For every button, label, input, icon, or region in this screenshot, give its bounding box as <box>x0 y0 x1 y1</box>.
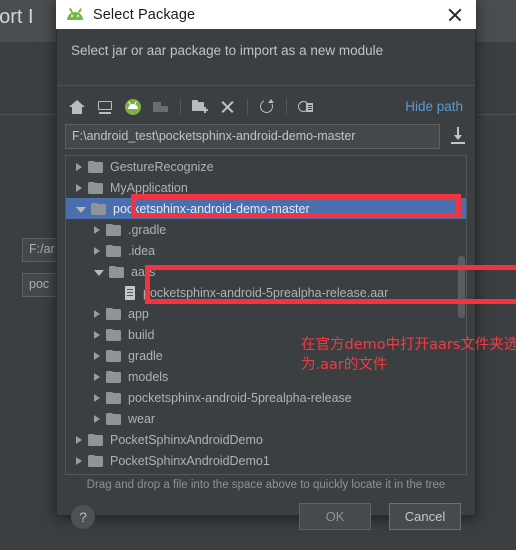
folder-icon <box>88 433 103 446</box>
chevron-right-icon[interactable] <box>94 393 100 402</box>
tree-row[interactable]: GestureRecognize <box>66 156 466 177</box>
home-icon[interactable] <box>63 94 91 120</box>
subtitle-divider <box>57 85 475 86</box>
tree-row[interactable]: wear <box>66 408 466 429</box>
tree-row-label: build <box>128 327 155 342</box>
path-row: F:\android_test\pocketsphinx-android-dem… <box>65 124 467 149</box>
chevron-right-icon[interactable] <box>76 456 82 465</box>
file-tree-panel[interactable]: GestureRecognize MyApplication pocketsphin… <box>65 155 467 475</box>
chevron-right-icon[interactable] <box>94 372 100 381</box>
toolbar-separator <box>180 99 181 115</box>
chevron-right-icon[interactable] <box>94 246 100 255</box>
folder-icon <box>88 454 103 467</box>
select-package-dialog: Select Package Select jar or aar package… <box>56 0 516 530</box>
tree-row-label: app <box>128 306 149 321</box>
tree-row-label: pocketsphinx-android-demo-master <box>113 201 310 216</box>
folder-icon <box>106 370 121 383</box>
chevron-right-icon[interactable] <box>94 330 100 339</box>
dialog-subtitle: Select jar or aar package to import as a… <box>71 43 384 58</box>
tree-row-label: pocketsphinx-android-5prealpha-release <box>128 390 352 405</box>
show-hidden-icon[interactable] <box>292 94 320 120</box>
chevron-right-icon[interactable] <box>94 309 100 318</box>
tree-row-label: .idea <box>128 243 156 258</box>
hide-path-link[interactable]: Hide path <box>405 99 463 114</box>
new-folder-icon[interactable] <box>186 94 214 120</box>
tree-row[interactable]: aars <box>66 261 466 282</box>
chevron-right-icon[interactable] <box>94 414 100 423</box>
tree-row[interactable]: .idea <box>66 240 466 261</box>
tree-row[interactable]: PocketSphinxAndroidDemo <box>66 429 466 450</box>
folder-icon <box>88 181 103 194</box>
chevron-right-icon[interactable] <box>94 351 100 360</box>
tree-row-label: aars <box>131 264 156 279</box>
tree-row[interactable]: build <box>66 324 466 345</box>
dialog-title: Select Package <box>93 6 196 23</box>
chevron-down-icon[interactable] <box>94 270 104 276</box>
folder-icon <box>106 328 121 341</box>
chevron-right-icon[interactable] <box>76 435 82 444</box>
desktop-icon[interactable] <box>91 94 119 120</box>
folder-icon <box>91 202 106 215</box>
chevron-right-icon[interactable] <box>76 183 82 192</box>
toolbar-separator <box>247 99 248 115</box>
tree-row[interactable]: PocketSphinxAndroidDemo2 <box>66 471 466 476</box>
tree-row-label: PocketSphinxAndroidDemo1 <box>110 453 270 468</box>
tree-scrollbar[interactable] <box>458 256 465 318</box>
folder-icon <box>106 307 121 320</box>
tree-row-label: models <box>128 369 169 384</box>
refresh-icon[interactable] <box>253 94 281 120</box>
dialog-titlebar: Select Package <box>56 0 476 29</box>
folder-icon <box>109 265 124 278</box>
tree-row-label: gradle <box>128 348 163 363</box>
toolbar-separator <box>286 99 287 115</box>
tree-row[interactable]: PocketSphinxAndroidDemo1 <box>66 450 466 471</box>
tree-row[interactable]: .gradle <box>66 219 466 240</box>
chevron-right-icon[interactable] <box>94 225 100 234</box>
drag-drop-hint: Drag and drop a file into the space abov… <box>86 479 446 491</box>
folder-icon <box>106 223 121 236</box>
tree-row[interactable]: MyApplication <box>66 177 466 198</box>
ok-button[interactable]: OK <box>299 503 371 530</box>
folder-icon <box>88 160 103 173</box>
tree-row-label: wear <box>128 411 156 426</box>
folder-icon <box>106 244 121 257</box>
tree-row-label: pocketsphinx-android-5prealpha-release.a… <box>143 285 389 300</box>
delete-icon[interactable] <box>214 94 242 120</box>
folder-icon <box>106 412 121 425</box>
tree-row[interactable]: models <box>66 366 466 387</box>
tree-row[interactable]: gradle <box>66 345 466 366</box>
close-icon[interactable] <box>444 4 466 26</box>
tree-row[interactable]: pocketsphinx-android-5prealpha-release <box>66 387 466 408</box>
file-icon <box>124 285 136 300</box>
help-button[interactable]: ? <box>71 505 95 529</box>
tree-row-label: MyApplication <box>110 180 188 195</box>
tree-row[interactable]: app <box>66 303 466 324</box>
android-project-icon[interactable] <box>119 94 147 120</box>
path-input[interactable]: F:\android_test\pocketsphinx-android-dem… <box>65 124 440 149</box>
tree-row[interactable]: pocketsphinx-android-demo-master <box>66 198 466 219</box>
tree-row-label: GestureRecognize <box>110 159 214 174</box>
dialog-footer: ? OK Cancel <box>57 497 475 545</box>
folder-icon <box>106 391 121 404</box>
download-icon[interactable] <box>449 127 467 146</box>
file-tree: GestureRecognize MyApplication pocketsphin… <box>66 156 466 474</box>
chevron-down-icon[interactable] <box>76 207 86 213</box>
tree-row-label: PocketSphinxAndroidDemo2 <box>110 475 270 476</box>
tree-row[interactable]: pocketsphinx-android-5prealpha-release.a… <box>66 282 466 303</box>
background-window-title: port I <box>0 6 34 28</box>
cancel-button[interactable]: Cancel <box>389 503 461 530</box>
tree-row-label: .gradle <box>128 222 167 237</box>
chevron-right-icon[interactable] <box>76 162 82 171</box>
dialog-body: Select jar or aar package to import as a… <box>56 29 516 530</box>
folder-icon <box>106 349 121 362</box>
android-icon <box>66 6 84 24</box>
module-icon[interactable] <box>147 94 175 120</box>
tree-row-label: PocketSphinxAndroidDemo <box>110 432 263 447</box>
